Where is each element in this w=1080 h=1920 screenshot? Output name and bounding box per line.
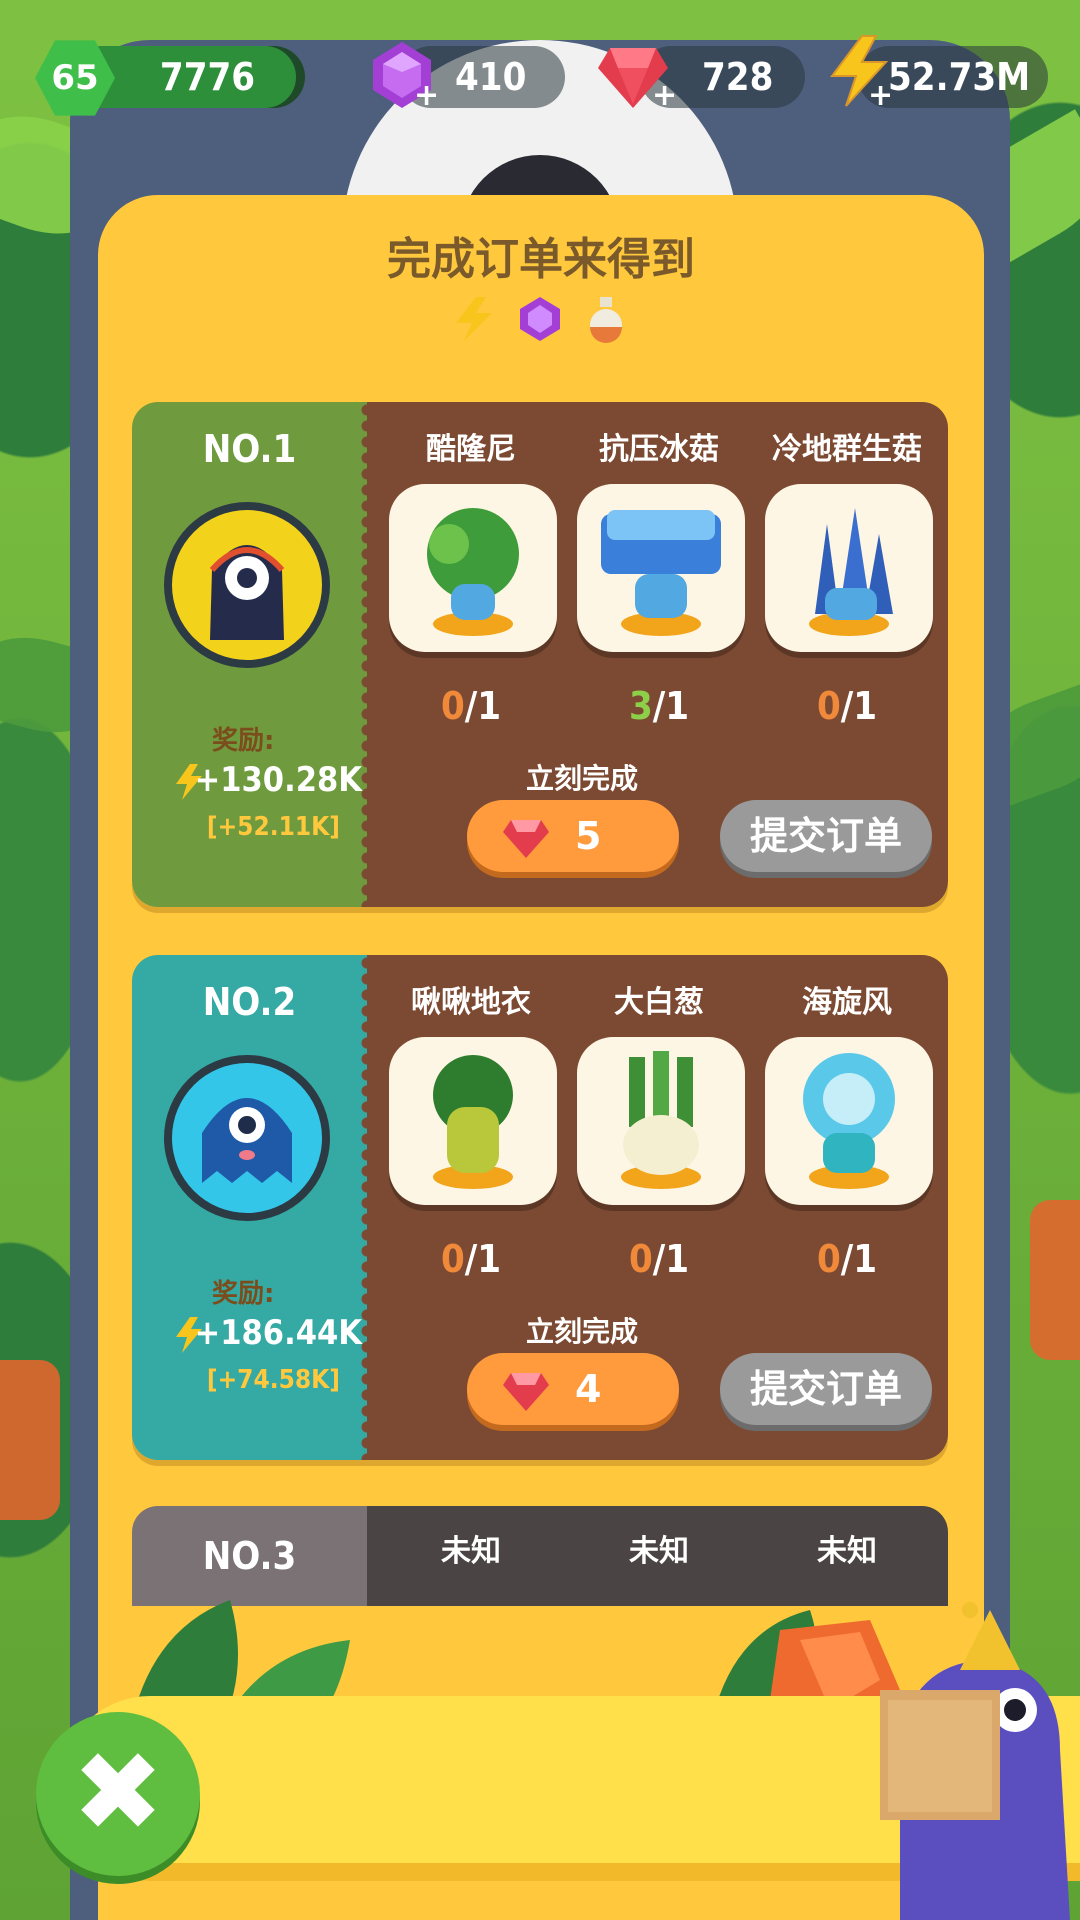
item-name: 抗压冰菇 — [599, 432, 719, 467]
item-name: 未知 — [817, 1534, 877, 1569]
rock-decoration — [0, 1360, 60, 1520]
item-name: 大白葱 — [614, 985, 704, 1020]
order-number: NO.3 — [202, 1534, 297, 1578]
order-info: NO.2 奖励: +186.44K [+74.58K] — [132, 955, 367, 1460]
customer-avatar — [164, 1055, 330, 1221]
order-number: NO.2 — [202, 980, 297, 1024]
mushroom-cluster-icon — [809, 508, 893, 636]
item-tile[interactable] — [577, 484, 745, 652]
whirlwind-monster-icon — [803, 1053, 895, 1189]
lichen-monster-icon — [433, 1055, 513, 1189]
monster-avatar-icon — [209, 545, 285, 640]
purple-gem-icon — [520, 297, 560, 341]
item-name: 啾啾地衣 — [411, 985, 531, 1020]
energy-value: 52.73M — [888, 55, 1031, 99]
ice-mushroom-icon — [601, 510, 721, 636]
instant-complete-label: 立刻完成 — [525, 762, 638, 795]
item-name: 冷地群生菇 — [772, 432, 922, 467]
item-tile[interactable] — [389, 1037, 557, 1205]
order-number: NO.1 — [202, 427, 297, 471]
add-red-gems-icon[interactable]: + — [652, 81, 677, 111]
instant-complete-button[interactable]: 5 — [467, 800, 679, 872]
red-gem-icon — [503, 820, 549, 858]
submit-order-button[interactable]: 提交订单 — [720, 800, 932, 872]
add-energy-icon[interactable]: + — [868, 81, 893, 111]
status-bar: 65 7776 + 410 + 728 + 52.73M — [0, 35, 1080, 120]
item-tile[interactable] — [577, 1037, 745, 1205]
reward-value: +130.28K — [194, 760, 362, 800]
reward-bonus: [+52.11K] — [206, 812, 340, 842]
rock-decoration — [1030, 1200, 1080, 1360]
red-gem-icon — [503, 1373, 549, 1411]
reward-label: 奖励: — [212, 1279, 275, 1309]
instant-cost: 4 — [575, 1367, 602, 1411]
reward-value: +186.44K — [194, 1313, 362, 1353]
item-count: 0/1 — [628, 1237, 690, 1281]
purple-gems-value: 410 — [455, 55, 527, 99]
order-card-2: NO.2 奖励: +186.44K [+74.58K] 啾啾地衣 0/1 大白葱… — [132, 955, 948, 1460]
item-name: 海旋风 — [802, 985, 892, 1020]
item-count: 0/1 — [816, 1237, 878, 1281]
order-items: 啾啾地衣 0/1 大白葱 0/1 海旋风 0/1 立刻完成 4 提交订单 — [367, 955, 948, 1460]
panel-title: 完成订单来得到 — [387, 234, 695, 285]
reward-label: 奖励: — [212, 726, 275, 756]
ticket-perforation — [358, 402, 376, 907]
item-tile[interactable] — [765, 484, 933, 652]
lightning-icon — [456, 297, 492, 341]
reward-icons — [450, 291, 630, 351]
submit-order-button[interactable]: 提交订单 — [720, 1353, 932, 1425]
mascot-character — [880, 1602, 1070, 1920]
order-items: 酷隆尼 0/1 抗压冰菇 3/1 冷地群生菇 0/1 立刻完成 5 提交订单 — [367, 402, 948, 907]
ticket-perforation — [358, 955, 376, 1460]
leek-monster-icon — [621, 1051, 701, 1189]
item-count: 0/1 — [440, 684, 502, 728]
reward-bonus: [+74.58K] — [206, 1365, 340, 1395]
xp-value: 7776 — [159, 55, 256, 99]
red-gems-value: 728 — [702, 55, 774, 99]
close-button[interactable]: ✖ — [36, 1712, 200, 1876]
item-name: 未知 — [441, 1534, 501, 1569]
item-tile[interactable] — [765, 1037, 933, 1205]
instant-complete-label: 立刻完成 — [525, 1315, 638, 1348]
item-count: 0/1 — [440, 1237, 502, 1281]
octopus-avatar-icon — [202, 1098, 292, 1183]
potion-icon — [590, 297, 622, 343]
broccoli-monster-icon — [427, 508, 519, 636]
item-name: 酷隆尼 — [426, 432, 516, 467]
item-tile[interactable] — [389, 484, 557, 652]
instant-cost: 5 — [575, 814, 602, 858]
add-purple-gems-icon[interactable]: + — [414, 81, 439, 111]
customer-avatar — [164, 502, 330, 668]
instant-complete-button[interactable]: 4 — [467, 1353, 679, 1425]
order-card-1: NO.1 奖励: +130.28K [+52.11K] 酷隆尼 0/1 抗压冰菇… — [132, 402, 948, 907]
order-info: NO.1 奖励: +130.28K [+52.11K] — [132, 402, 367, 907]
item-count: 3/1 — [628, 684, 690, 728]
item-count: 0/1 — [816, 684, 878, 728]
item-name: 未知 — [629, 1534, 689, 1569]
